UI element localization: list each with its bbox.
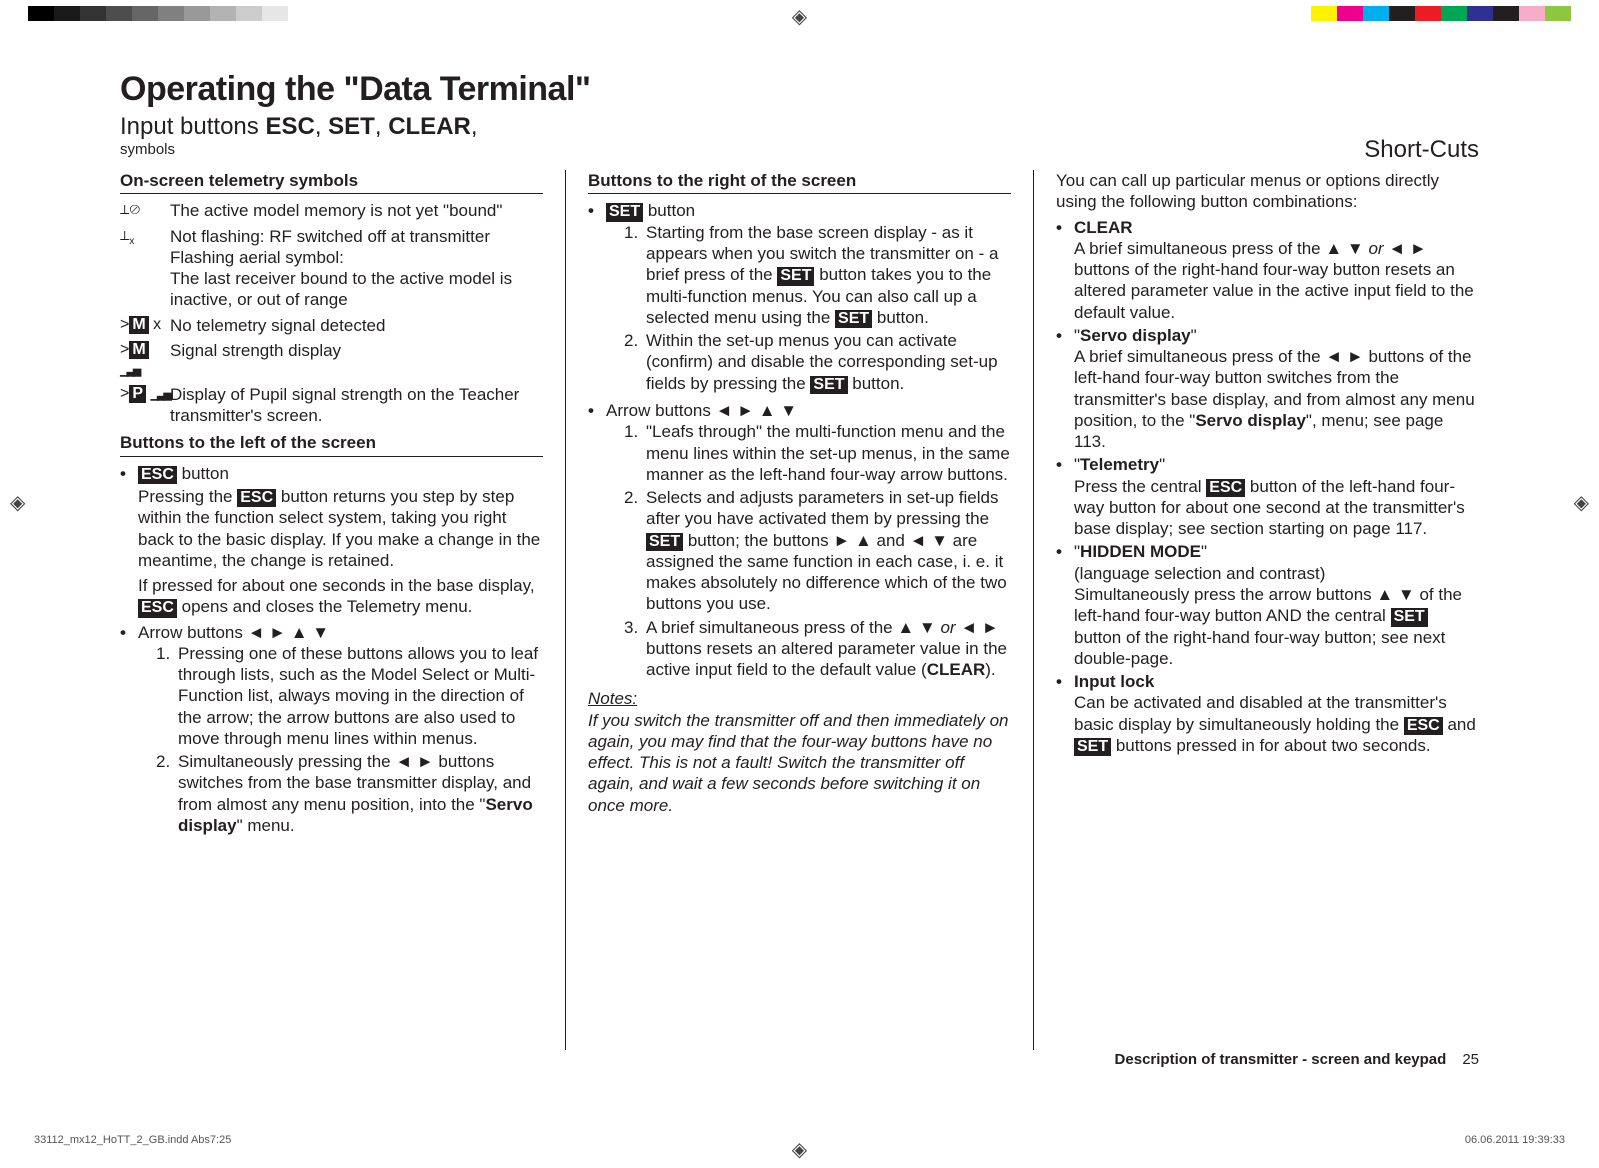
gray-swatches	[28, 6, 288, 21]
notes-body: If you switch the transmitter off and th…	[588, 710, 1011, 816]
print-footer: 33112_mx12_HoTT_2_GB.indd Abs7:25 06.06.…	[34, 1134, 1565, 1146]
clear-label: CLEAR	[1074, 218, 1133, 237]
symbol-row: >P ▁▃▅ Display of Pupil signal strength …	[120, 384, 543, 427]
section-buttons-left: Buttons to the left of the screen	[120, 432, 543, 456]
symbol-m-x-icon: >M x	[120, 315, 170, 335]
registration-mark-top: ◈	[792, 4, 807, 29]
symbol-antenna-x-icon: ⟂x	[120, 226, 170, 248]
bullet-item: • "HIDDEN MODE" (language selection and …	[1056, 541, 1479, 669]
bullet-item: • SET button 1. Starting from the base s…	[588, 200, 1011, 396]
bullet-item: • "Servo display" A brief simultaneous p…	[1056, 325, 1479, 453]
symbol-desc: Not flashing: RF switched off at transmi…	[170, 226, 543, 311]
bullet-item: • Arrow buttons ◄ ► ▲ ▼ 1. "Leafs throug…	[588, 400, 1011, 682]
section-buttons-right: Buttons to the right of the screen	[588, 170, 1011, 194]
bullet-item: • Input lock Can be activated and disabl…	[1056, 671, 1479, 756]
bullet-item: • ESC button Pressing the ESC button ret…	[120, 463, 543, 618]
print-date: 06.06.2011 19:39:33	[1465, 1134, 1565, 1146]
symbol-row: >M x No telemetry signal detected	[120, 315, 543, 336]
symbol-desc: Signal strength display	[170, 340, 543, 361]
footer-description: Description of transmitter - screen and …	[1115, 1051, 1479, 1068]
symbol-row: >M ▁▃▅ Signal strength display	[120, 340, 543, 380]
bullet-item: • Arrow buttons ◄ ► ▲ ▼ 1. Pressing one …	[120, 622, 543, 839]
column-middle: Buttons to the right of the screen • SET…	[566, 170, 1033, 1050]
list-item: 2. Selects and adjusts parameters in set…	[606, 487, 1011, 615]
page-subsubtitle: symbols	[120, 141, 591, 158]
esc-badge: ESC	[138, 466, 177, 484]
symbol-row: ⟂x Not flashing: RF switched off at tran…	[120, 226, 543, 311]
page-content: Operating the "Data Terminal" Input butt…	[120, 70, 1479, 1108]
list-item: 2. Within the set-up menus you can activ…	[606, 330, 1011, 394]
shortcuts-intro: You can call up particular menus or opti…	[1056, 170, 1479, 213]
symbol-desc: Display of Pupil signal strength on the …	[170, 384, 543, 427]
page-number: 25	[1462, 1051, 1479, 1068]
list-item: 3. A brief simultaneous press of the ▲ ▼…	[606, 617, 1011, 681]
page-subtitle: Input buttons ESC, SET, CLEAR,	[120, 113, 591, 141]
symbol-row: ⟂⊘ The active model memory is not yet "b…	[120, 200, 543, 221]
print-file: 33112_mx12_HoTT_2_GB.indd Abs7:25	[34, 1134, 231, 1146]
symbol-p-signal-icon: >P ▁▃▅	[120, 384, 170, 404]
shortcuts-title: Short-Cuts	[1364, 136, 1479, 164]
list-item: 1. Starting from the base screen display…	[606, 222, 1011, 329]
section-onscreen-symbols: On-screen telemetry symbols	[120, 170, 543, 194]
registration-mark-right: ◈	[1574, 490, 1589, 515]
registration-mark-left: ◈	[10, 490, 25, 515]
bullet-item: • "Telemetry" Press the central ESC butt…	[1056, 454, 1479, 539]
notes-heading: Notes:	[588, 689, 637, 708]
arrow-buttons-label: Arrow buttons ◄ ► ▲ ▼	[606, 400, 1011, 421]
symbol-desc: No telemetry signal detected	[170, 315, 543, 336]
inputlock-label: Input lock	[1074, 672, 1154, 691]
notes-block: Notes: If you switch the transmitter off…	[588, 688, 1011, 816]
arrow-buttons-label: Arrow buttons ◄ ► ▲ ▼	[138, 622, 543, 643]
page-title: Operating the "Data Terminal"	[120, 70, 591, 109]
list-item: 2. Simultaneously pressing the ◄ ► butto…	[138, 751, 543, 836]
symbol-m-signal-icon: >M ▁▃▅	[120, 340, 170, 380]
list-item: 1. Pressing one of these buttons allows …	[138, 643, 543, 749]
bullet-item: • CLEAR A brief simultaneous press of th…	[1056, 217, 1479, 323]
color-swatches	[1311, 6, 1571, 21]
column-right: You can call up particular menus or opti…	[1034, 170, 1479, 1050]
symbol-antenna-slash-icon: ⟂⊘	[120, 200, 170, 220]
set-badge: SET	[606, 203, 643, 221]
list-item: 1. "Leafs through" the multi-function me…	[606, 421, 1011, 485]
symbol-desc: The active model memory is not yet "boun…	[170, 200, 543, 221]
column-left: On-screen telemetry symbols ⟂⊘ The activ…	[120, 170, 565, 1050]
